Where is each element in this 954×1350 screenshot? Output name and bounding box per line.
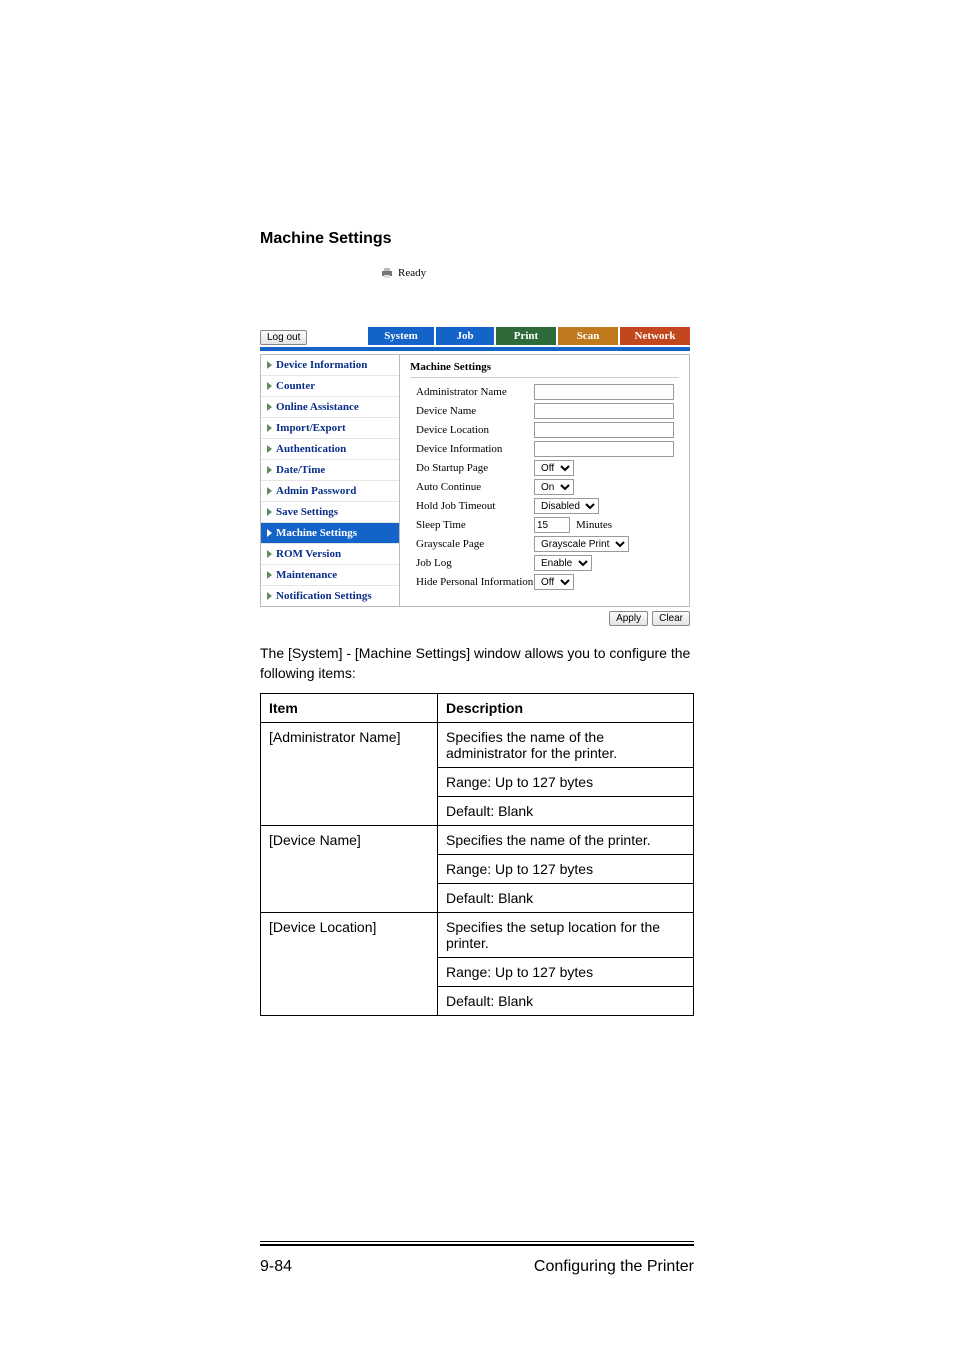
description-table: Item Description [Administrator Name]Spe… — [260, 693, 694, 1016]
sidebar-item-label: Device Information — [276, 359, 367, 371]
sidebar-item-machine-settings[interactable]: Machine Settings — [261, 522, 399, 543]
sidebar-item-date-time[interactable]: Date/Time — [261, 459, 399, 480]
chapter-title: Configuring the Printer — [534, 1258, 694, 1276]
sidebar-item-label: Notification Settings — [276, 590, 372, 602]
sidebar-item-counter[interactable]: Counter — [261, 375, 399, 396]
sidebar-item-label: Import/Export — [276, 422, 346, 434]
sidebar-item-label: Maintenance — [276, 569, 337, 581]
col-item: Item — [261, 694, 438, 723]
table-item-cell: [Device Location] — [261, 913, 438, 1016]
triangle-icon — [267, 592, 272, 600]
triangle-icon — [267, 445, 272, 453]
triangle-icon — [267, 508, 272, 516]
triangle-icon — [267, 487, 272, 495]
sidebar-item-save-settings[interactable]: Save Settings — [261, 501, 399, 522]
footer-divider — [260, 1244, 694, 1246]
clear-button[interactable]: Clear — [652, 611, 690, 626]
sidebar-item-authentication[interactable]: Authentication — [261, 438, 399, 459]
admin-name-label: Administrator Name — [410, 386, 534, 398]
device-information-input[interactable] — [534, 441, 674, 457]
table-desc-cell: Specifies the name of the administrator … — [438, 723, 694, 768]
auto-continue-label: Auto Continue — [410, 481, 534, 493]
sidebar-item-label: Counter — [276, 380, 315, 392]
tab-system[interactable]: System — [368, 327, 434, 345]
sleep-time-input[interactable] — [534, 517, 570, 533]
sidebar-item-label: Authentication — [276, 443, 346, 455]
content-pane: Machine Settings Administrator Name Devi… — [400, 354, 690, 607]
sidebar: Device Information Counter Online Assistan… — [260, 354, 400, 607]
sleep-time-unit: Minutes — [576, 519, 612, 531]
job-log-select[interactable]: Enable — [534, 555, 592, 571]
device-name-label: Device Name — [410, 405, 534, 417]
tab-bar: System Job Print Scan Network — [368, 327, 690, 345]
device-location-input[interactable] — [534, 422, 674, 438]
sidebar-item-import-export[interactable]: Import/Export — [261, 417, 399, 438]
triangle-icon — [267, 424, 272, 432]
hide-personal-label: Hide Personal Information — [410, 576, 534, 588]
table-row: [Device Location]Specifies the setup loc… — [261, 913, 694, 958]
tab-underline — [260, 347, 690, 351]
sidebar-item-admin-password[interactable]: Admin Password — [261, 480, 399, 501]
sleep-time-label: Sleep Time — [410, 519, 534, 531]
triangle-icon — [267, 466, 272, 474]
grayscale-page-select[interactable]: Grayscale Print — [534, 536, 629, 552]
sidebar-item-online-assistance[interactable]: Online Assistance — [261, 396, 399, 417]
page-number: 9-84 — [260, 1258, 292, 1276]
table-desc-cell: Default: Blank — [438, 884, 694, 913]
table-desc-cell: Range: Up to 127 bytes — [438, 855, 694, 884]
sidebar-item-label: Online Assistance — [276, 401, 359, 413]
table-row: [Device Name]Specifies the name of the p… — [261, 826, 694, 855]
tab-print[interactable]: Print — [496, 327, 556, 345]
section-title: Machine Settings — [260, 230, 694, 248]
do-startup-page-label: Do Startup Page — [410, 462, 534, 474]
tab-job[interactable]: Job — [436, 327, 494, 345]
device-information-label: Device Information — [410, 443, 534, 455]
tab-scan[interactable]: Scan — [558, 327, 618, 345]
table-desc-cell: Specifies the name of the printer. — [438, 826, 694, 855]
status-row: Ready — [260, 266, 690, 281]
table-item-cell: [Administrator Name] — [261, 723, 438, 826]
hold-job-timeout-select[interactable]: Disabled — [534, 498, 599, 514]
table-desc-cell: Range: Up to 127 bytes — [438, 768, 694, 797]
status-text: Ready — [398, 267, 426, 279]
table-desc-cell: Range: Up to 127 bytes — [438, 958, 694, 987]
device-location-label: Device Location — [410, 424, 534, 436]
job-log-label: Job Log — [410, 557, 534, 569]
device-name-input[interactable] — [534, 403, 674, 419]
sidebar-item-rom-version[interactable]: ROM Version — [261, 543, 399, 564]
triangle-icon — [267, 382, 272, 390]
sidebar-item-label: Save Settings — [276, 506, 338, 518]
sidebar-item-label: Admin Password — [276, 485, 356, 497]
auto-continue-select[interactable]: On — [534, 479, 574, 495]
logout-button[interactable]: Log out — [260, 330, 307, 345]
hold-job-timeout-label: Hold Job Timeout — [410, 500, 534, 512]
triangle-icon — [267, 571, 272, 579]
table-item-cell: [Device Name] — [261, 826, 438, 913]
table-desc-cell: Default: Blank — [438, 987, 694, 1016]
sidebar-item-label: Machine Settings — [276, 527, 357, 539]
content-title: Machine Settings — [410, 361, 679, 378]
grayscale-page-label: Grayscale Page — [410, 538, 534, 550]
col-description: Description — [438, 694, 694, 723]
table-desc-cell: Specifies the setup location for the pri… — [438, 913, 694, 958]
sidebar-item-device-information[interactable]: Device Information — [261, 355, 399, 375]
sidebar-item-label: Date/Time — [276, 464, 325, 476]
intro-text: The [System] - [Machine Settings] window… — [260, 644, 694, 683]
sidebar-item-notification-settings[interactable]: Notification Settings — [261, 585, 399, 606]
table-row: [Administrator Name]Specifies the name o… — [261, 723, 694, 768]
triangle-icon — [267, 403, 272, 411]
sidebar-item-maintenance[interactable]: Maintenance — [261, 564, 399, 585]
triangle-icon — [267, 361, 272, 369]
triangle-icon — [267, 550, 272, 558]
admin-name-input[interactable] — [534, 384, 674, 400]
admin-screenshot: Ready Log out System Job Print Scan Netw… — [260, 266, 690, 626]
printer-icon — [380, 267, 394, 279]
tab-network[interactable]: Network — [620, 327, 690, 345]
sidebar-item-label: ROM Version — [276, 548, 341, 560]
table-desc-cell: Default: Blank — [438, 797, 694, 826]
apply-button[interactable]: Apply — [609, 611, 648, 626]
do-startup-page-select[interactable]: Off — [534, 460, 574, 476]
hide-personal-select[interactable]: Off — [534, 574, 574, 590]
triangle-icon — [267, 529, 272, 537]
